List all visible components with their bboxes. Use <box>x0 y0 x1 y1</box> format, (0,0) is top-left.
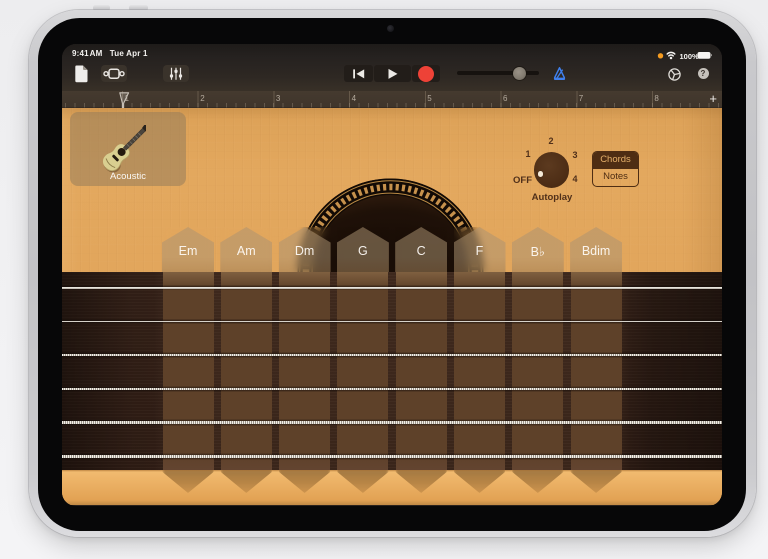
svg-text:100%: 100% <box>680 52 700 61</box>
